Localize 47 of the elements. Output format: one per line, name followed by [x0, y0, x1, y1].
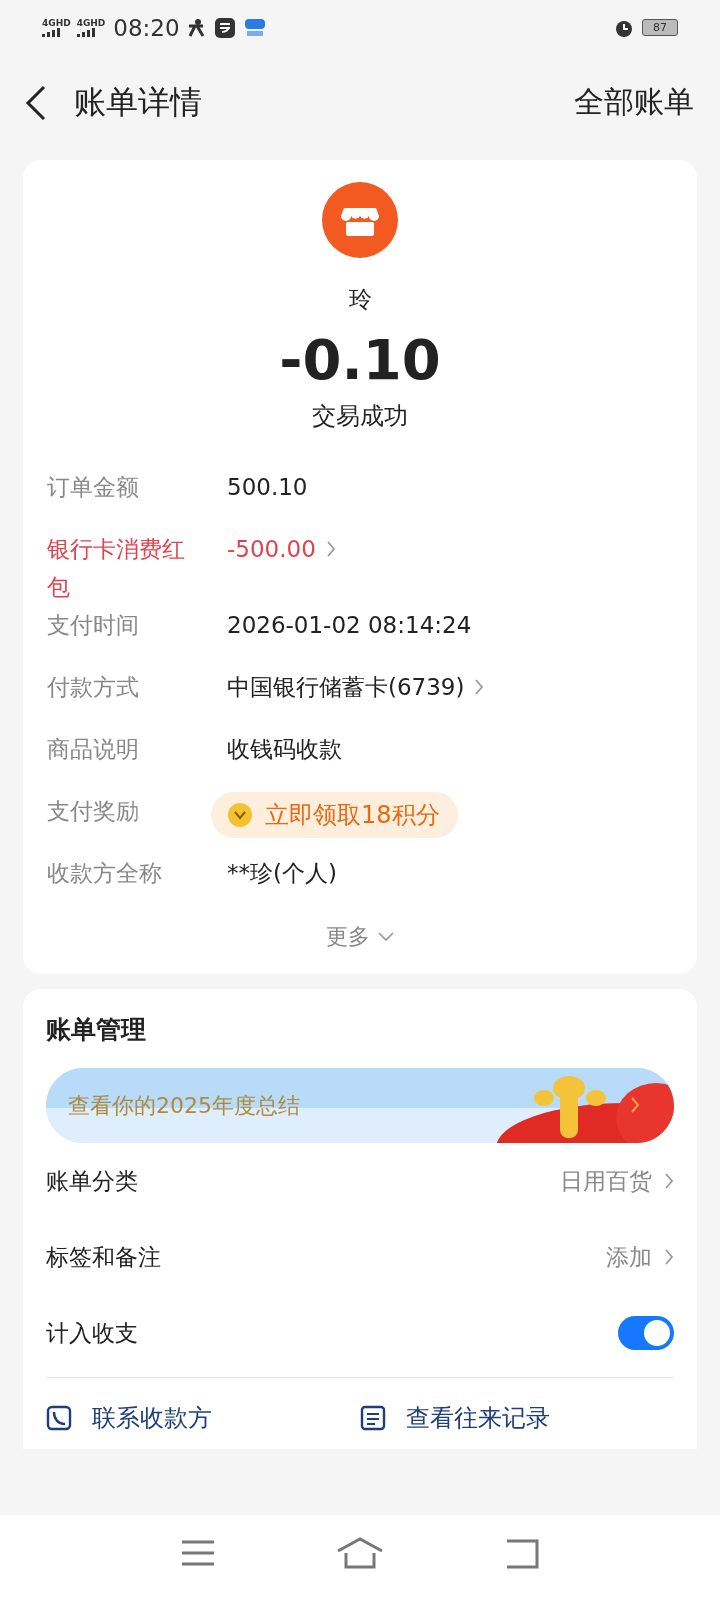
network-label: 4GHD — [42, 18, 71, 28]
detail-label: 订单金额 — [47, 473, 140, 502]
coin-icon — [227, 802, 253, 828]
row-label: 计入收支 — [46, 1318, 138, 1348]
row-label: 账单分类 — [46, 1166, 138, 1196]
detail-value[interactable]: 中国银行储蓄卡(6739) — [227, 668, 465, 706]
action-link[interactable]: 查看往来记录 — [406, 1402, 550, 1434]
page-title: 账单详情 — [74, 81, 203, 123]
toggle-switch[interactable] — [618, 1316, 674, 1350]
detail-label: 支付奖励 — [47, 797, 140, 826]
detail-value[interactable]: -500.00 — [227, 530, 316, 568]
row-value: 添加 — [606, 1242, 652, 1272]
document-icon — [360, 1405, 386, 1431]
detail-value: 2026-01-02 08:14:24 — [227, 611, 472, 640]
chevron-down-icon — [378, 932, 394, 942]
all-bills-link[interactable]: 全部账单 — [574, 82, 694, 123]
signal-icon — [42, 27, 60, 37]
row-label: 标签和备注 — [46, 1242, 161, 1272]
battery-level: 87 — [653, 21, 667, 34]
phone-icon — [46, 1405, 72, 1431]
detail-value: 收钱码收款 — [227, 735, 342, 764]
home-icon[interactable] — [336, 1536, 384, 1569]
detail-value: **珍(个人) — [227, 859, 337, 888]
back-icon[interactable] — [24, 84, 48, 121]
transaction-status: 交易成功 — [312, 401, 408, 432]
detail-label: 付款方式 — [47, 673, 140, 702]
more-link[interactable]: 更多 — [326, 922, 370, 952]
menu-icon[interactable] — [180, 1539, 215, 1566]
app-icon — [243, 17, 266, 38]
store-icon — [322, 182, 398, 258]
detail-label: 收款方全称 — [47, 859, 163, 888]
detail-value: 500.10 — [227, 473, 308, 502]
chevron-right-icon — [664, 1172, 674, 1190]
app-icon — [213, 16, 236, 39]
amount: -0.10 — [279, 327, 441, 392]
signal-icon — [76, 27, 95, 37]
banner-text: 查看你的2025年度总结 — [68, 1091, 300, 1120]
network-label: 4GHD — [76, 18, 106, 28]
clock-time: 08:20 — [113, 14, 180, 41]
detail-label: 银行卡消费红包 — [47, 535, 186, 602]
detail-label: 商品说明 — [47, 735, 140, 764]
row-value: 日用百货 — [560, 1166, 652, 1196]
merchant-name: 玲 — [348, 285, 372, 314]
action-link[interactable]: 联系收款方 — [92, 1402, 212, 1434]
section-title: 账单管理 — [46, 1014, 147, 1046]
chevron-right-icon — [664, 1248, 674, 1266]
detail-label: 支付时间 — [47, 611, 140, 640]
